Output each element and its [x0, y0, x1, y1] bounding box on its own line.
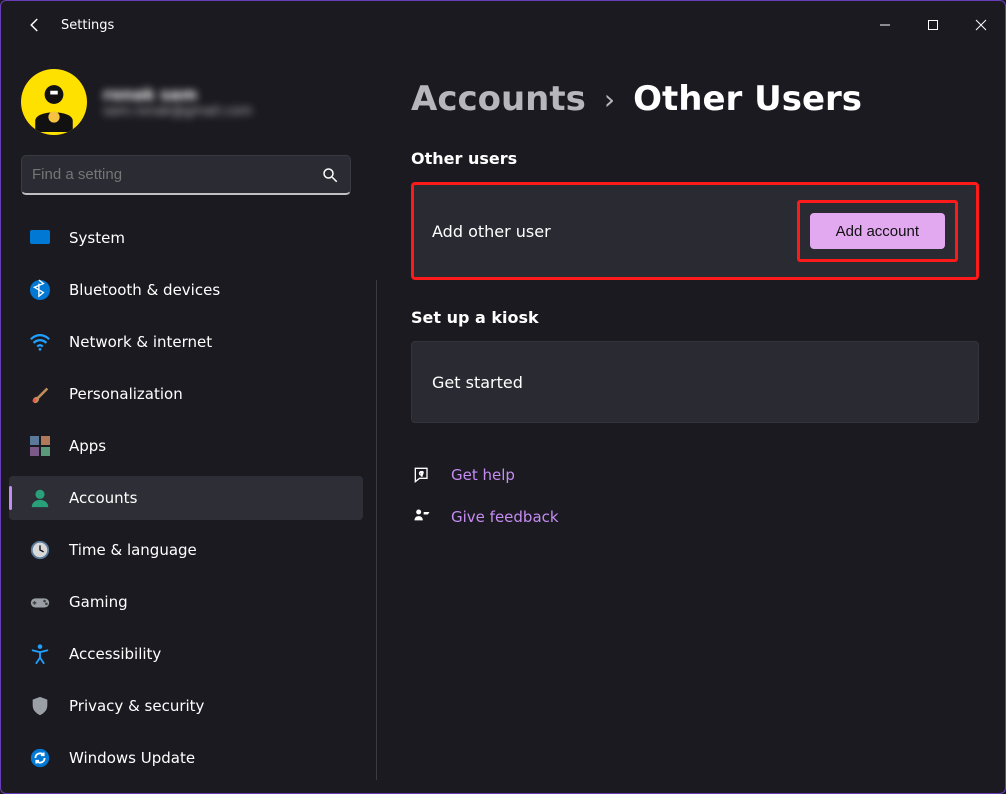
sidebar-item-accessibility[interactable]: Accessibility — [9, 632, 363, 676]
sidebar-item-time[interactable]: Time & language — [9, 528, 363, 572]
sidebar-item-bluetooth[interactable]: Bluetooth & devices — [9, 268, 363, 312]
maximize-button[interactable] — [909, 1, 957, 49]
sidebar-item-apps[interactable]: Apps — [9, 424, 363, 468]
section-label-other-users: Other users — [411, 149, 979, 168]
add-other-user-card: Add other user Add account — [411, 182, 979, 280]
nav-label: Network & internet — [69, 333, 212, 351]
gamepad-icon — [29, 591, 51, 613]
nav-label: Personalization — [69, 385, 183, 403]
nav-label: Time & language — [69, 541, 197, 559]
back-button[interactable] — [21, 11, 49, 39]
nav-label: Gaming — [69, 593, 128, 611]
apps-icon — [29, 435, 51, 457]
nav-label: Bluetooth & devices — [69, 281, 220, 299]
nav-label: Privacy & security — [69, 697, 204, 715]
card-text: Add other user — [432, 222, 551, 241]
wifi-icon — [29, 331, 51, 353]
give-feedback-link[interactable]: Give feedback — [451, 508, 559, 526]
user-profile[interactable]: ronak sam sam.ronak@gmail.com — [1, 69, 371, 155]
card-text: Get started — [432, 373, 523, 392]
sidebar-item-privacy[interactable]: Privacy & security — [9, 684, 363, 728]
sidebar-item-personalization[interactable]: Personalization — [9, 372, 363, 416]
clock-icon — [29, 539, 51, 561]
breadcrumb-parent[interactable]: Accounts — [411, 79, 586, 119]
section-label-kiosk: Set up a kiosk — [411, 308, 979, 327]
feedback-icon — [411, 506, 433, 528]
sidebar: ronak sam sam.ronak@gmail.com System B — [1, 49, 371, 793]
user-name: ronak sam — [103, 85, 252, 104]
nav-label: Accounts — [69, 489, 137, 507]
sidebar-item-gaming[interactable]: Gaming — [9, 580, 363, 624]
system-icon — [29, 227, 51, 249]
svg-text:?: ? — [420, 472, 423, 478]
sidebar-item-system[interactable]: System — [9, 216, 363, 260]
avatar — [21, 69, 87, 135]
accessibility-icon — [29, 643, 51, 665]
content: ronak sam sam.ronak@gmail.com System B — [1, 49, 1005, 793]
sidebar-item-update[interactable]: Windows Update — [9, 736, 363, 780]
add-account-button[interactable]: Add account — [810, 213, 945, 249]
add-account-highlight: Add account — [797, 200, 958, 262]
kiosk-card[interactable]: Get started — [411, 341, 979, 423]
breadcrumb-current: Other Users — [633, 79, 862, 119]
sidebar-item-accounts[interactable]: Accounts — [9, 476, 363, 520]
main-content: Accounts › Other Users Other users Add o… — [371, 49, 1005, 793]
search-input[interactable] — [32, 156, 320, 193]
user-email: sam.ronak@gmail.com — [103, 104, 252, 119]
shield-icon — [29, 695, 51, 717]
brush-icon — [29, 383, 51, 405]
accounts-icon — [29, 487, 51, 509]
user-info: ronak sam sam.ronak@gmail.com — [103, 85, 252, 119]
nav-label: Apps — [69, 437, 106, 455]
nav-label: Windows Update — [69, 749, 195, 767]
search-box[interactable] — [21, 155, 351, 195]
close-button[interactable] — [957, 1, 1005, 49]
sidebar-item-network[interactable]: Network & internet — [9, 320, 363, 364]
nav: System Bluetooth & devices Network & int… — [1, 213, 371, 793]
update-icon — [29, 747, 51, 769]
chevron-right-icon: › — [604, 83, 615, 116]
help-icon: ? — [411, 464, 433, 486]
nav-label: Accessibility — [69, 645, 161, 663]
minimize-button[interactable] — [861, 1, 909, 49]
window-controls — [861, 1, 1005, 49]
get-help-row[interactable]: ? Get help — [411, 457, 979, 493]
nav-label: System — [69, 229, 125, 247]
bluetooth-icon — [29, 279, 51, 301]
window-title: Settings — [61, 18, 861, 33]
search-icon — [320, 165, 340, 185]
get-help-link[interactable]: Get help — [451, 466, 515, 484]
breadcrumb: Accounts › Other Users — [411, 79, 979, 119]
title-bar: Settings — [1, 1, 1005, 49]
give-feedback-row[interactable]: Give feedback — [411, 499, 979, 535]
